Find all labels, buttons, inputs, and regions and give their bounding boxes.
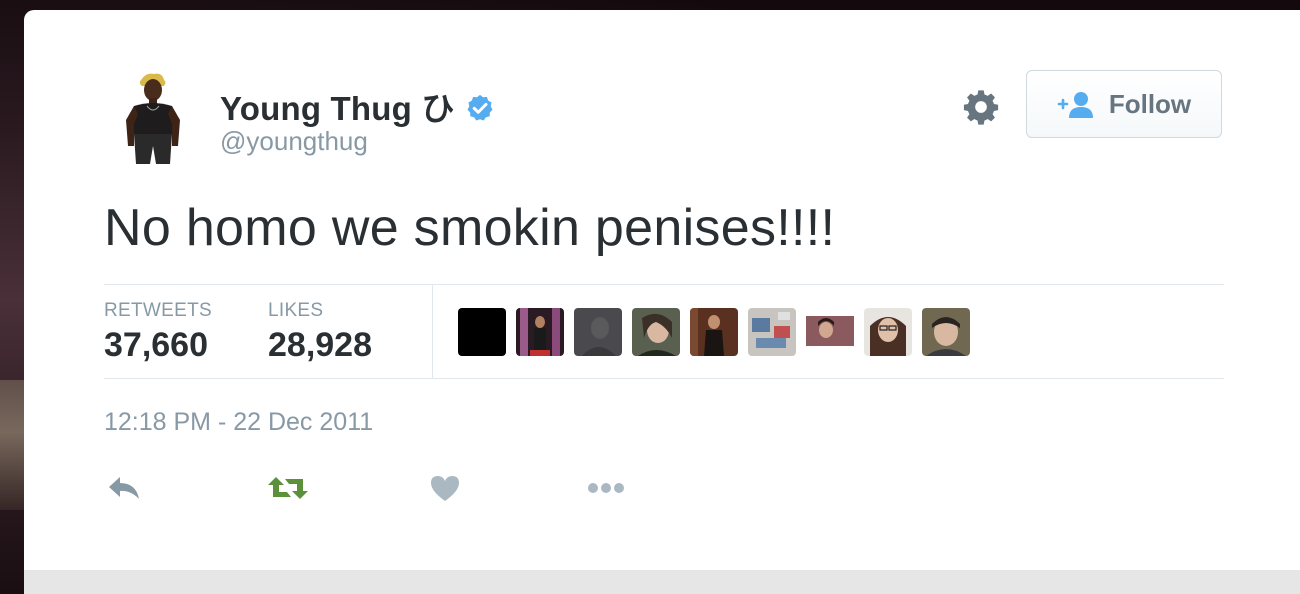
liker-avatar[interactable] [458, 308, 506, 356]
user-avatar[interactable] [104, 68, 200, 164]
reply-button[interactable] [106, 472, 142, 504]
retweets-count: 37,660 [104, 326, 208, 364]
follow-button-label: Follow [1108, 88, 1192, 119]
tweet-text: No homo we smokin penises!!!! [104, 199, 836, 257]
liker-avatar[interactable] [922, 308, 970, 356]
liker-avatar[interactable] [574, 308, 622, 356]
retweet-icon [268, 477, 308, 499]
stats-divider [432, 285, 433, 378]
retweets-stat[interactable]: RETWEETS 37,660 [104, 300, 212, 365]
retweet-button[interactable] [266, 472, 310, 504]
likers-avatars [458, 308, 980, 356]
liker-avatar[interactable] [806, 308, 854, 356]
gear-icon[interactable] [962, 88, 1000, 126]
more-dots-icon [588, 483, 624, 493]
add-person-icon [1057, 92, 1093, 118]
divider [104, 284, 1224, 285]
like-button[interactable] [428, 472, 462, 504]
liker-avatar[interactable] [690, 308, 738, 356]
tweet-card: Young Thug ひ @youngthug Follow No homo w… [24, 10, 1300, 594]
retweets-label: RETWEETS [104, 300, 212, 321]
more-options-button[interactable] [584, 472, 628, 504]
liker-avatar[interactable] [632, 308, 680, 356]
likes-stat[interactable]: LIKES 28,928 [268, 300, 372, 365]
avatar-image [104, 68, 200, 164]
reply-icon [109, 477, 139, 499]
user-handle[interactable]: @youngthug [220, 126, 368, 157]
follow-button[interactable]: Follow [1026, 70, 1222, 138]
heart-icon [431, 476, 459, 501]
likes-count: 28,928 [268, 326, 372, 364]
user-display-name[interactable]: Young Thug ひ [220, 82, 495, 130]
divider [104, 378, 1224, 379]
display-name-text: Young Thug ひ [220, 90, 455, 127]
card-footer [24, 570, 1300, 594]
background-decoration [0, 380, 26, 510]
liker-avatar[interactable] [516, 308, 564, 356]
liker-avatar[interactable] [864, 308, 912, 356]
liker-avatar[interactable] [748, 308, 796, 356]
verified-badge-icon [467, 94, 493, 121]
tweet-timestamp[interactable]: 12:18 PM - 22 Dec 2011 [104, 408, 373, 437]
likes-label: LIKES [268, 300, 324, 321]
